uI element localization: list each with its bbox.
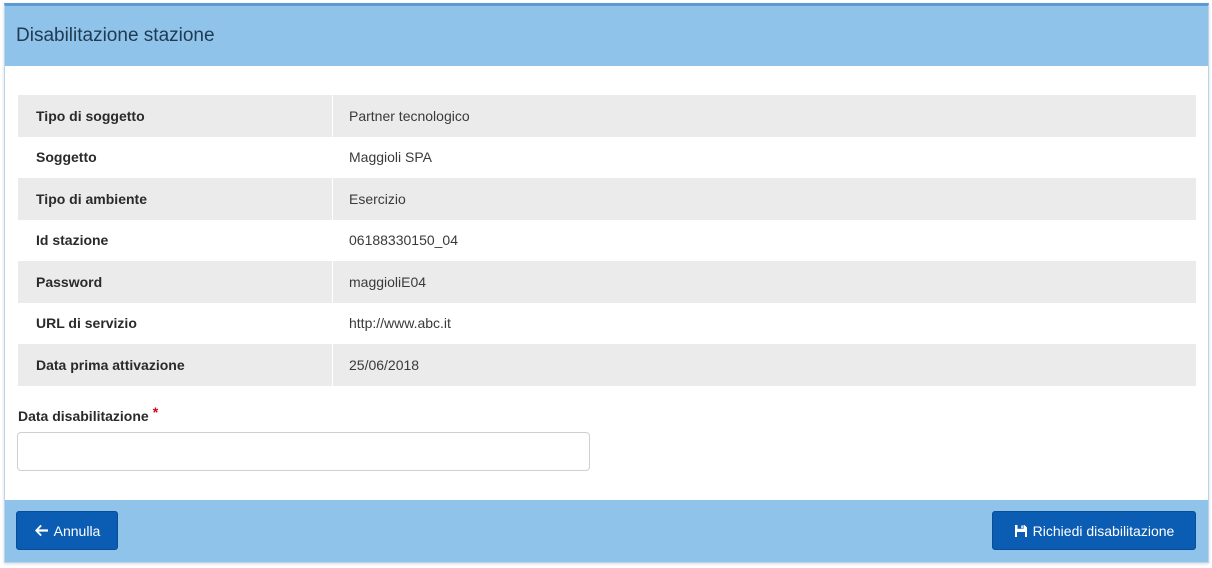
required-marker: * bbox=[152, 404, 159, 420]
row-value: 06188330150_04 bbox=[349, 232, 459, 249]
request-disable-button-label: Richiedi disabilitazione bbox=[1032, 522, 1175, 539]
row-label: Id stazione bbox=[18, 219, 333, 261]
save-icon bbox=[1014, 524, 1028, 538]
row-label: Password bbox=[18, 261, 333, 303]
row-label: URL di servizio bbox=[18, 302, 333, 344]
date-disable-label-text: Data disabilitazione bbox=[18, 408, 149, 424]
row-label: Tipo di ambiente bbox=[18, 178, 333, 220]
arrow-left-icon bbox=[34, 524, 49, 537]
page-title: Disabilitazione stazione bbox=[16, 25, 215, 46]
row-label: Data prima attivazione bbox=[18, 344, 333, 386]
row-value: 25/06/2018 bbox=[349, 356, 420, 373]
table-row: Tipo di ambiente Esercizio bbox=[18, 178, 1196, 220]
table-row: Id stazione 06188330150_04 bbox=[18, 219, 1196, 261]
panel-footer: Annulla Richiedi disabilitazione bbox=[5, 500, 1208, 562]
panel-header: Disabilitazione stazione bbox=[5, 6, 1208, 66]
table-row: URL di servizio http://www.abc.it bbox=[18, 302, 1196, 344]
row-value: Partner tecnologico bbox=[349, 107, 470, 124]
row-value: Maggioli SPA bbox=[349, 149, 433, 166]
row-value: http://www.abc.it bbox=[349, 315, 451, 332]
date-disable-input[interactable] bbox=[17, 432, 590, 471]
row-label: Soggetto bbox=[18, 136, 333, 178]
date-disable-label: Data disabilitazione * bbox=[18, 404, 158, 424]
disable-station-panel: Disabilitazione stazione Tipo di soggett… bbox=[4, 3, 1209, 563]
table-row: Tipo di soggetto Partner tecnologico bbox=[18, 95, 1196, 137]
request-disable-button[interactable]: Richiedi disabilitazione bbox=[992, 511, 1196, 550]
row-value: Esercizio bbox=[349, 190, 406, 207]
row-label: Tipo di soggetto bbox=[18, 95, 333, 137]
station-details-table: Tipo di soggetto Partner tecnologico Sog… bbox=[18, 95, 1196, 386]
cancel-button-label: Annulla bbox=[53, 522, 101, 539]
row-value: maggioliE04 bbox=[349, 273, 427, 290]
cancel-button[interactable]: Annulla bbox=[16, 511, 118, 550]
table-row: Password maggioliE04 bbox=[18, 261, 1196, 303]
table-row: Soggetto Maggioli SPA bbox=[18, 136, 1196, 178]
table-row: Data prima attivazione 25/06/2018 bbox=[18, 344, 1196, 386]
